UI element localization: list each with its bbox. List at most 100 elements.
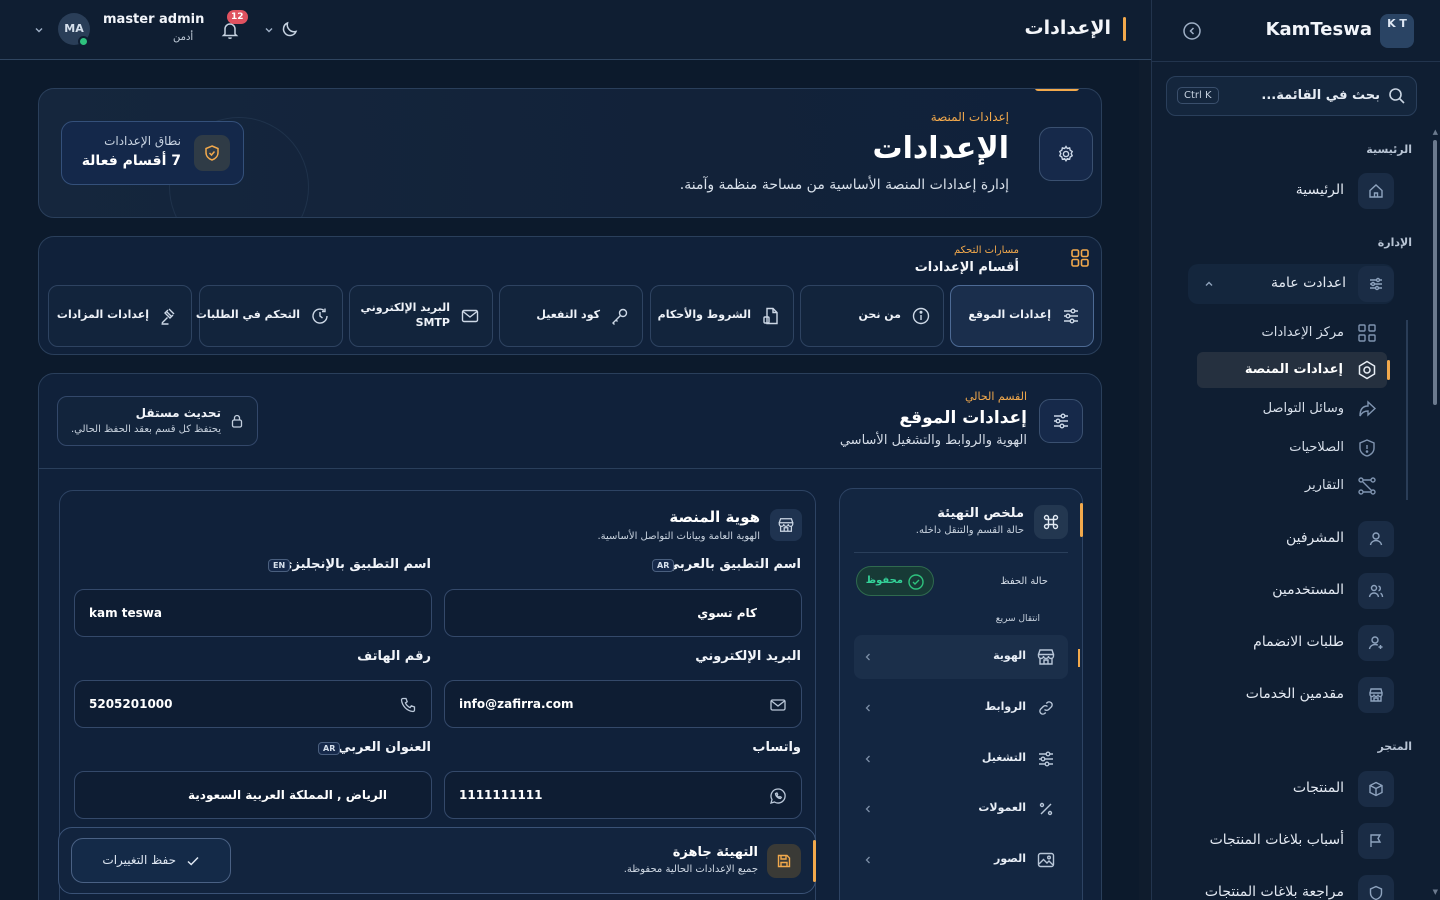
tab-auction-settings[interactable]: إعدادات المزادات [48,285,192,347]
sidebar-sub-platform-settings[interactable]: إعدادات المنصة [1197,352,1390,388]
sidebar-item-join-requests[interactable]: طلبات الانضمام [1192,623,1398,663]
mail-icon [769,696,787,714]
form-subtitle: الهوية العامة وبيانات التواصل الأساسية. [597,531,761,542]
sidebar-item-products[interactable]: المنتجات [1192,769,1398,809]
check-icon [185,853,201,869]
flag-icon [1358,823,1394,859]
lang-tag-ar: AR [318,742,341,755]
chevron-left-icon [864,855,872,865]
save-bar: التهيئة جاهزة جميع الإعدادات الحالية محف… [58,827,816,894]
main-scrollbar-track[interactable] [1139,60,1151,900]
save-button[interactable]: حفظ التغييرات [71,838,231,883]
sidebar-item-label: المستخدمين [1272,582,1344,598]
quick-nav-links[interactable]: الروابط [854,686,1068,730]
quick-nav-images[interactable]: الصور [854,838,1068,882]
settings-hex-icon [1356,359,1378,381]
email-field[interactable]: info@zafirra.com [444,680,802,728]
sidebar-item-service-providers[interactable]: مقدمين الخدمات [1192,675,1398,715]
sidebar: K T KamTeswa بحث في القائمة... Ctrl K ▲ … [1151,0,1440,900]
quick-nav-commissions[interactable]: العمولات [854,787,1068,831]
sidebar-item-label: المنتجات [1292,780,1344,796]
tab-order-control[interactable]: التحكم في الطلبات [196,285,343,347]
app-name: KamTeswa [1265,19,1372,40]
section-kicker: القسم الحالي [965,390,1027,403]
phone-label: رقم الهاتف [357,649,431,664]
title-accent-bar [1123,17,1126,41]
store-icon [1036,647,1056,667]
tab-activation-code[interactable]: كود التفعيل [499,285,643,347]
sidebar-collapse-icon[interactable] [1182,21,1202,41]
check-circle-icon [907,573,925,591]
app-name-en-field[interactable]: kam teswa [74,589,432,637]
quick-nav-label-text: الهوية [993,649,1026,662]
sidebar-scrollbar[interactable] [1433,140,1437,405]
shield-icon [1356,437,1378,459]
hero-card: إعدادات المنصة الإعدادات إدارة إعدادات ا… [38,88,1102,218]
scroll-down-arrow[interactable]: ▼ [1433,888,1438,896]
tab-terms[interactable]: الشروط والأحكام [650,285,794,347]
quick-nav-identity[interactable]: الهوية [854,635,1080,679]
tab-label: إعدادات الموقع [968,308,1051,321]
whatsapp-field[interactable]: 1111111111 [444,771,802,819]
sidebar-item-general-settings[interactable]: اعدادت عامة [1188,264,1394,304]
notifications-badge: 12 [227,10,248,24]
form-title: هوية المنصة [669,508,760,526]
phone-field[interactable]: 5205201000 [74,680,432,728]
sidebar-item-product-report-review[interactable]: مراجعة بلاغات المنتجات [1192,873,1398,900]
address-ar-field[interactable]: الرياض , المملكة العربية السعودية [74,771,432,819]
sidebar-sub-reports[interactable]: التقارير [1198,468,1388,504]
save-bar-accent [813,840,816,882]
email-label: البريد الإلكتروني [695,649,801,664]
save-bar-title: التهيئة جاهزة [672,845,758,860]
quick-nav-label-text: الصور [994,852,1026,865]
scope-value: 7 أقسام فعالة [81,153,181,169]
sidebar-search-input[interactable]: بحث في القائمة... Ctrl K [1166,76,1417,116]
shield-icon [194,135,230,171]
user-menu-chevron-icon[interactable] [34,25,44,35]
sidebar-item-label: مراجعة بلاغات المنتجات [1204,884,1344,900]
gear-icon [1039,127,1093,181]
user-name[interactable]: master admin [103,12,204,27]
sidebar-item-product-report-reasons[interactable]: أسباب بلاغات المنتجات [1192,821,1398,861]
settings-tabs-card: مسارات التحكم أقسام الإعدادات إعدادات ال… [38,236,1102,355]
tabs-kicker: مسارات التحكم [954,245,1019,256]
top-header: الإعدادات 12 master admin أدمن MA [0,0,1151,60]
quick-nav-operation[interactable]: التشغيل [854,737,1068,781]
quick-nav-label-text: التشغيل [981,751,1026,764]
sidebar-sub-permissions[interactable]: الصلاحيات [1198,430,1388,466]
sidebar-header: K T KamTeswa [1152,0,1440,62]
tab-email-smtp[interactable]: البريد الإلكتروني SMTP [349,285,493,347]
chevron-left-icon [864,703,872,713]
quick-nav-label-text: الروابط [984,700,1026,713]
divider [854,552,1068,553]
gavel-icon [159,306,179,326]
tab-label: كود التفعيل [536,308,600,321]
sidebar-item-home[interactable]: الرئيسية [1192,171,1398,211]
share-icon [1356,398,1378,420]
clock-icon [310,306,330,326]
app-name-ar-field[interactable]: كام تسوي [444,589,802,637]
user-plus-icon [1358,625,1394,661]
online-status-dot [78,36,89,47]
route-icon [1356,475,1378,497]
tab-site-settings[interactable]: إعدادات الموقع [950,285,1094,347]
save-state-label: حالة الحفظ [1000,576,1048,587]
chevron-left-icon [864,652,872,662]
sidebar-item-users[interactable]: المستخدمين [1192,571,1398,611]
chevron-left-icon [864,804,872,814]
theme-toggle-moon-icon[interactable] [280,19,300,39]
sidebar-sub-social[interactable]: وسائل التواصل [1198,391,1388,427]
independent-update-note: تحديث مستقل يحتفظ كل قسم بعقد الحفظ الحا… [57,396,258,446]
hero-title: الإعدادات [872,131,1009,166]
percent-icon [1036,799,1056,819]
tab-about-us[interactable]: من نحن [800,285,944,347]
divider [39,468,1101,469]
chevron-down-icon[interactable] [264,25,274,35]
tab-label-line2: SMTP [415,316,450,329]
tab-label: البريد الإلكتروني SMTP [361,300,450,330]
scroll-up-arrow[interactable]: ▲ [1433,128,1438,136]
whatsapp-icon [769,787,787,805]
sidebar-sub-settings-center[interactable]: مركز الإعدادات [1198,315,1388,351]
chevron-up-icon [1204,279,1214,289]
sidebar-item-supervisors[interactable]: المشرفين [1192,519,1398,559]
